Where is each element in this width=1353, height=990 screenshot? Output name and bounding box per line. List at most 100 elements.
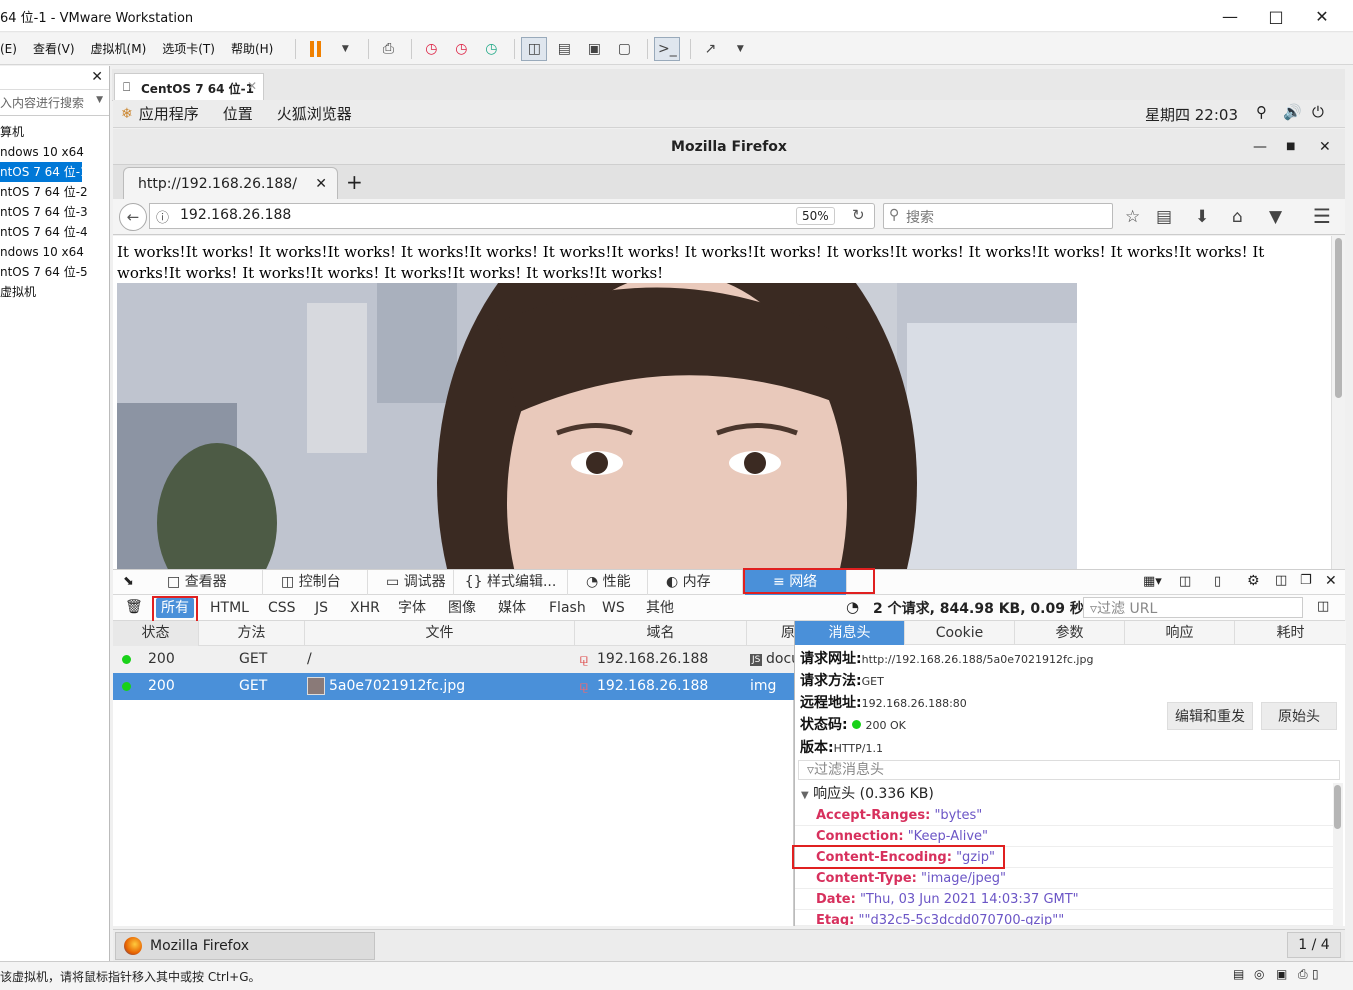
column-status[interactable]: 状态	[113, 621, 199, 646]
menu-view[interactable]: 查看(V)	[33, 40, 75, 57]
tab-style-editor[interactable]: {} 样式编辑...	[454, 570, 568, 595]
menu-vm[interactable]: 虚拟机(M)	[91, 40, 147, 57]
details-scrollbar[interactable]	[1333, 783, 1343, 926]
unity-icon[interactable]: ▢	[611, 37, 637, 61]
column-domain[interactable]: 域名	[575, 621, 747, 646]
filter-js[interactable]: JS	[310, 598, 333, 618]
thumbnail-view-icon[interactable]: ▤	[551, 37, 577, 61]
filter-html[interactable]: HTML	[205, 598, 254, 618]
library-item[interactable]: 算机	[0, 122, 109, 142]
tab-headers[interactable]: 消息头	[795, 621, 905, 645]
pause-icon[interactable]	[302, 37, 328, 61]
tab-inspector[interactable]: □ 查看器	[149, 570, 263, 595]
message-icon[interactable]: ▯	[1312, 967, 1319, 981]
download-icon[interactable]: ⬇	[1195, 207, 1209, 227]
snapshot-manager-icon[interactable]: ◷	[478, 37, 504, 61]
filter-flash[interactable]: Flash	[544, 598, 591, 618]
hdd-icon[interactable]: ▤	[1233, 967, 1244, 981]
tab-memory[interactable]: ◐ 内存	[648, 570, 743, 595]
response-headers-section[interactable]: ▼ 响应头 (0.336 KB)	[801, 783, 934, 803]
split-console-icon[interactable]: ◫	[1179, 574, 1191, 589]
zoom-indicator[interactable]: 50%	[796, 207, 835, 225]
close-library-icon[interactable]: ✕	[91, 69, 103, 85]
filter-fonts[interactable]: 字体	[393, 598, 431, 618]
library-item-selected[interactable]: ntOS 7 64 位-1	[0, 162, 88, 182]
column-cause[interactable]: 原	[747, 621, 795, 646]
filter-xhr[interactable]: XHR	[345, 598, 385, 618]
column-method[interactable]: 方法	[199, 621, 305, 646]
close-tab-icon[interactable]: ✕	[315, 176, 327, 192]
column-file[interactable]: 文件	[305, 621, 575, 646]
menu-edit[interactable]: (E)	[0, 42, 17, 56]
trash-icon[interactable]: 🗑	[125, 599, 143, 615]
revert-snapshot-icon[interactable]: ◷	[448, 37, 474, 61]
library-item[interactable]: ndows 10 x64	[0, 142, 109, 162]
chevron-down-icon[interactable]: ▼	[332, 37, 358, 61]
filter-media[interactable]: 媒体	[493, 598, 531, 618]
maximize-icon[interactable]: ■	[1286, 129, 1295, 165]
cd-icon[interactable]: ◎	[1254, 967, 1264, 981]
stretch-icon[interactable]: ↗	[697, 37, 723, 61]
library-item[interactable]: ntOS 7 64 位-3	[0, 202, 109, 222]
tab-params[interactable]: 参数	[1015, 621, 1125, 645]
bookmark-star-icon[interactable]: ☆	[1125, 207, 1140, 227]
filter-images[interactable]: 图像	[443, 598, 481, 618]
pick-element-icon[interactable]: ⬊	[123, 574, 134, 589]
gnome-applications-menu[interactable]: 应用程序	[139, 103, 199, 124]
page-scrollbar[interactable]	[1331, 236, 1345, 569]
fullscreen-icon[interactable]: ▣	[581, 37, 607, 61]
chevron-down-icon[interactable]: ▼	[727, 37, 753, 61]
library-item[interactable]: ntOS 7 64 位-2	[0, 182, 109, 202]
menu-icon[interactable]: ☰	[1313, 204, 1331, 228]
network-adapter-icon[interactable]: ▣	[1276, 967, 1287, 981]
close-icon[interactable]: ✕	[1319, 129, 1331, 165]
search-input[interactable]: ⚲ 搜索	[883, 203, 1113, 229]
console-icon[interactable]: >_	[654, 36, 681, 61]
workspace-indicator[interactable]: 1 / 4	[1287, 932, 1341, 958]
send-keys-icon[interactable]: ⎙	[375, 37, 401, 61]
menu-help[interactable]: 帮助(H)	[231, 40, 273, 57]
taskbar-firefox-item[interactable]: Mozilla Firefox	[115, 932, 375, 960]
library-item[interactable]: ntOS 7 64 位-5	[0, 262, 109, 282]
chevron-down-icon[interactable]: ▼	[96, 95, 103, 105]
url-bar[interactable]: ⓘ 192.168.26.188 50% ↻	[149, 203, 875, 229]
minimize-icon[interactable]: —	[1253, 129, 1267, 165]
library-item[interactable]: 虚拟机	[0, 282, 109, 302]
dock-side-icon[interactable]: ◫	[1275, 573, 1287, 588]
library-view-icon[interactable]: ◫	[521, 36, 548, 61]
tab-performance[interactable]: ◔ 性能	[568, 570, 648, 595]
filter-css[interactable]: CSS	[263, 598, 301, 618]
filter-ws[interactable]: WS	[597, 598, 630, 618]
responsive-icon[interactable]: ▯	[1214, 574, 1221, 589]
layout-icon[interactable]: ▦▾	[1143, 574, 1162, 589]
tab-debugger[interactable]: ▭ 调试器	[368, 570, 454, 595]
tab-cookies[interactable]: Cookie	[905, 621, 1015, 645]
usb-icon[interactable]: ⎙	[1298, 967, 1308, 982]
reading-list-icon[interactable]: ▤	[1156, 207, 1172, 227]
network-icon[interactable]: ⚲	[1256, 103, 1267, 121]
volume-icon[interactable]: 🔊	[1283, 103, 1302, 121]
clock[interactable]: 星期四 22:03	[1145, 104, 1238, 125]
minimize-icon[interactable]: —	[1207, 0, 1253, 32]
table-row-selected[interactable]: 200 GET 5a0e7021912fc.jpg ⚼ 192.168.26.1…	[113, 673, 794, 700]
power-icon[interactable]: ⏻	[1312, 103, 1324, 121]
snapshot-icon[interactable]: ◷	[418, 37, 444, 61]
tab-response[interactable]: 响应	[1125, 621, 1235, 645]
filter-url-input[interactable]: ▿过滤 URL	[1083, 597, 1303, 618]
toggle-sidebar-icon[interactable]: ◫	[1317, 599, 1329, 614]
url-text[interactable]: 192.168.26.188	[180, 207, 291, 223]
close-tab-icon[interactable]: ✕	[247, 79, 257, 93]
tab-timings[interactable]: 耗时	[1235, 621, 1346, 645]
maximize-icon[interactable]: □	[1253, 0, 1299, 32]
raw-headers-button[interactable]: 原始头	[1261, 702, 1337, 730]
gear-icon[interactable]: ⚙	[1247, 573, 1260, 589]
undock-icon[interactable]: ❐	[1300, 573, 1312, 588]
library-search-input[interactable]: 入内容进行搜索 ▼	[0, 90, 109, 116]
library-item[interactable]: ndows 10 x64	[0, 242, 109, 262]
close-icon[interactable]: ✕	[1299, 0, 1345, 32]
performance-analysis-icon[interactable]: ◔	[846, 598, 859, 616]
reload-icon[interactable]: ↻	[852, 206, 865, 224]
tab-console[interactable]: ◫ 控制台	[263, 570, 368, 595]
home-icon[interactable]: ⌂	[1232, 207, 1243, 227]
back-icon[interactable]: ←	[119, 203, 147, 231]
